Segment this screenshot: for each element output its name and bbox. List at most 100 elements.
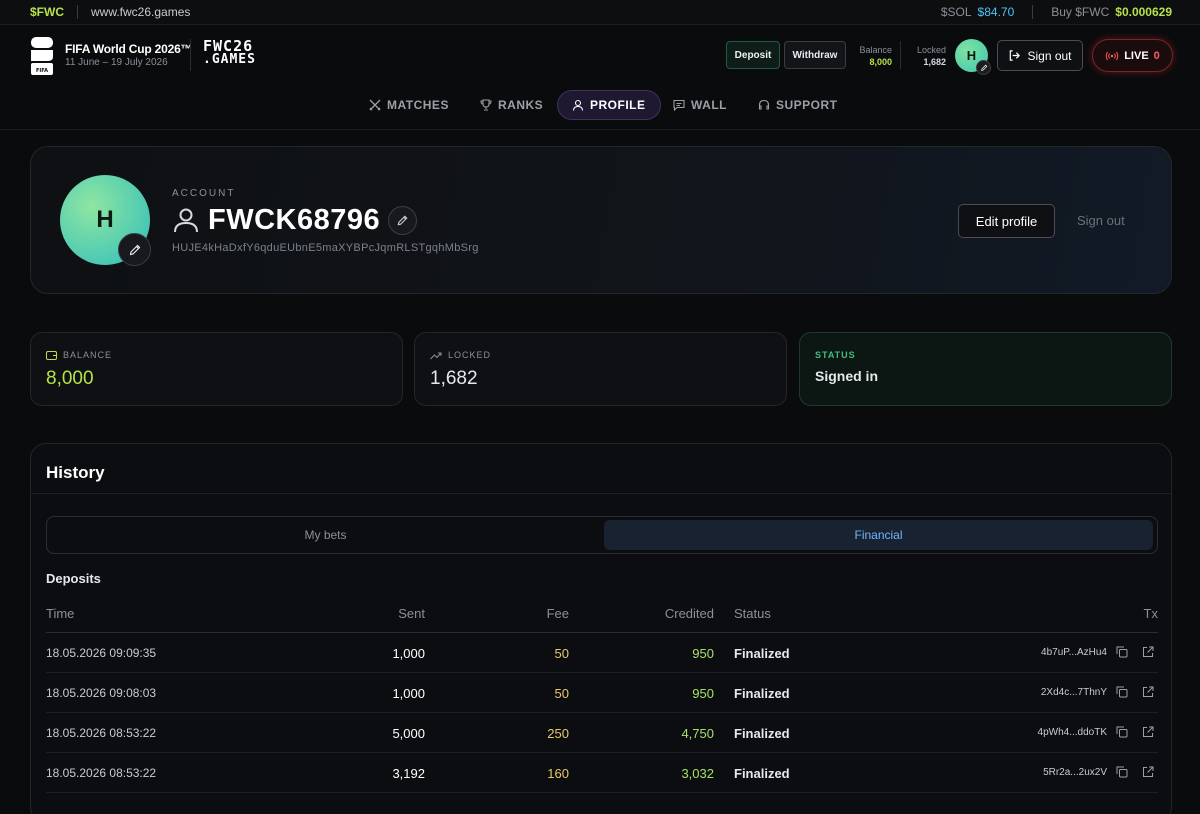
username: FWCK68796 <box>208 204 381 236</box>
row-fee: 50 <box>554 646 569 661</box>
copy-icon[interactable] <box>1116 766 1128 778</box>
table-row: 18.05.2026 08:53:22 3,192 160 3,032 Fina… <box>46 753 1158 793</box>
row-fee: 50 <box>554 686 569 701</box>
locked-card: LOCKED 1,682 <box>414 332 787 406</box>
nav-wall[interactable]: WALL <box>673 90 727 120</box>
history-divider <box>31 493 1171 494</box>
live-label: LIVE <box>1124 49 1149 62</box>
sol-price: $84.70 <box>977 5 1015 19</box>
row-fee: 160 <box>547 766 569 781</box>
header-divider <box>900 41 901 69</box>
sign-out-label: Sign out <box>1027 48 1072 63</box>
row-fee: 250 <box>547 726 569 741</box>
ticker-prices: $SOL $84.70 Buy $FWC $0.000629 <box>941 5 1172 19</box>
row-sent: 1,000 <box>392 686 425 701</box>
nav-support-label: SUPPORT <box>776 98 838 112</box>
header-locked: Locked 1,682 <box>906 44 946 68</box>
trophy-icon <box>480 99 492 111</box>
live-button[interactable]: LIVE 0 <box>1092 39 1173 72</box>
app-header: FIFA FIFA World Cup 2026™ 11 June – 19 J… <box>0 25 1200 85</box>
pencil-icon[interactable] <box>976 60 991 75</box>
ticker-divider <box>1032 5 1034 19</box>
wallet-icon <box>46 351 57 360</box>
user-icon <box>572 99 584 111</box>
profile-sign-out-button[interactable]: Sign out <box>1077 213 1125 228</box>
deposits-title: Deposits <box>46 571 101 586</box>
row-credited: 950 <box>692 646 714 661</box>
row-sent: 3,192 <box>392 766 425 781</box>
external-link-icon[interactable] <box>1142 646 1154 658</box>
external-link-icon[interactable] <box>1142 686 1154 698</box>
profile-avatar[interactable]: H <box>60 175 151 266</box>
external-link-icon[interactable] <box>1142 726 1154 738</box>
event-dates: 11 June – 19 July 2026 <box>65 57 168 68</box>
trend-up-icon <box>430 352 442 359</box>
row-sent: 1,000 <box>392 646 425 661</box>
balance-card: BALANCE 8,000 <box>30 332 403 406</box>
withdraw-button[interactable]: Withdraw <box>784 41 846 69</box>
nav-ranks[interactable]: RANKS <box>480 90 543 120</box>
header-locked-label: Locked <box>916 45 946 55</box>
edit-profile-button[interactable]: Edit profile <box>958 204 1055 238</box>
header-divider <box>190 39 191 71</box>
row-time: 18.05.2026 08:53:22 <box>46 726 157 740</box>
row-sent: 5,000 <box>392 726 425 741</box>
table-row: 18.05.2026 08:53:22 5,000 250 4,750 Fina… <box>46 713 1158 753</box>
deposit-button[interactable]: Deposit <box>726 41 780 69</box>
row-tx-hash: 4pWh4...ddoTK <box>1037 727 1107 738</box>
row-tx-hash: 5Rr2a...2ux2V <box>1043 767 1107 778</box>
column-header-time: Time <box>46 606 75 621</box>
row-time: 18.05.2026 09:08:03 <box>46 686 157 700</box>
nav-matches[interactable]: MATCHES <box>369 90 449 120</box>
event-title: FIFA World Cup 2026™ <box>65 42 193 56</box>
external-link-icon[interactable] <box>1142 766 1154 778</box>
row-tx-hash: 4b7uP...AzHu4 <box>1041 647 1107 658</box>
chat-icon <box>673 99 685 111</box>
table-row: 18.05.2026 09:09:35 1,000 50 950 Finaliz… <box>46 633 1158 673</box>
locked-card-value: 1,682 <box>430 368 478 389</box>
edit-username-button[interactable] <box>388 206 417 235</box>
status-card-label: STATUS <box>815 350 856 360</box>
pencil-icon[interactable] <box>118 233 151 266</box>
copy-icon[interactable] <box>1116 686 1128 698</box>
broadcast-icon <box>1105 51 1119 60</box>
headset-icon <box>758 99 770 110</box>
user-icon <box>174 208 198 233</box>
row-time: 18.05.2026 08:53:22 <box>46 766 157 780</box>
row-credited: 3,032 <box>681 766 714 781</box>
balance-card-label: BALANCE <box>63 350 113 360</box>
balance-card-value: 8,000 <box>46 368 94 389</box>
fifa-logo-icon[interactable]: FIFA <box>29 37 55 75</box>
account-label: ACCOUNT <box>172 188 236 199</box>
tab-my-bets[interactable]: My bets <box>50 520 601 550</box>
header-avatar[interactable]: H <box>955 39 991 75</box>
tab-financial[interactable]: Financial <box>604 520 1153 550</box>
nav-profile[interactable]: PROFILE <box>557 90 661 120</box>
sign-out-icon <box>1010 50 1021 61</box>
profile-card: H ACCOUNT FWCK68796 HUJE4kHaDxfY6qduEUbn… <box>30 146 1172 294</box>
brand-logo[interactable]: FWC26 .GAMES <box>203 39 256 67</box>
copy-icon[interactable] <box>1116 726 1128 738</box>
header-locked-value: 1,682 <box>923 57 946 67</box>
nav-wall-label: WALL <box>691 98 727 112</box>
sol-label: $SOL <box>940 5 972 19</box>
column-header-tx: Tx <box>1143 606 1158 621</box>
crossed-swords-icon <box>369 99 381 111</box>
ticker-bar: $FWC www.fwc26.games $SOL $84.70 Buy $FW… <box>0 0 1200 25</box>
copy-icon[interactable] <box>1116 646 1128 658</box>
nav-support[interactable]: SUPPORT <box>758 90 838 120</box>
wallet-address: HUJE4kHaDxfY6qduEUbnE5maXYBPcJqmRLSTgqhM… <box>172 242 479 254</box>
table-row: 18.05.2026 09:08:03 1,000 50 950 Finaliz… <box>46 673 1158 713</box>
header-balance-value: 8,000 <box>869 57 892 67</box>
site-url-link[interactable]: www.fwc26.games <box>91 5 190 19</box>
sign-out-button[interactable]: Sign out <box>997 40 1083 71</box>
history-title: History <box>46 463 105 482</box>
column-header-sent: Sent <box>398 606 425 621</box>
brand-line-2: .GAMES <box>203 52 256 67</box>
row-status: Finalized <box>734 766 790 781</box>
row-status: Finalized <box>734 646 790 661</box>
header-balance-label: Balance <box>859 45 892 55</box>
nav-profile-label: PROFILE <box>590 98 646 112</box>
balance-card-header: BALANCE <box>46 350 112 360</box>
buy-fwc-link[interactable]: Buy $FWC <box>1051 5 1109 19</box>
